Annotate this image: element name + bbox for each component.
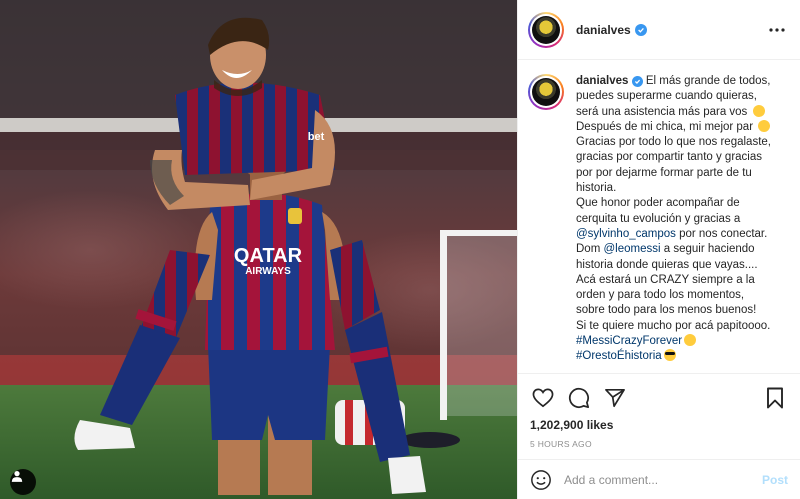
caption-username[interactable]: danialves — [576, 75, 628, 87]
action-icons-row — [530, 380, 788, 416]
user-tag-icon[interactable] — [10, 469, 36, 495]
mention-sylvinho-link[interactable]: @sylvinho_campos — [576, 228, 676, 240]
hashtag-link[interactable]: #MessiCrazyForever — [576, 335, 682, 347]
caption-line: Gracias por todo lo que nos regalaste, — [576, 136, 771, 149]
grinning-sweat-emoji — [758, 119, 771, 132]
caption-avatar[interactable] — [528, 74, 564, 110]
more-horizontal-icon[interactable] — [766, 19, 788, 41]
heart-icon[interactable] — [530, 385, 556, 411]
caption-avatar-wrap — [528, 74, 564, 365]
caption-line: será una asistencia más para vos — [576, 105, 748, 118]
caption-line: orden y para todo los momentos, — [576, 289, 745, 302]
photo-illustration: QATAR AIRWAYS bet — [0, 0, 517, 499]
header-username[interactable]: danialves — [576, 23, 631, 37]
caption-line: Después de mi chica, mi mejor par — [576, 120, 754, 133]
caption-line: historia donde quieras que vayas.... — [576, 258, 758, 271]
caption-line: historia. — [576, 182, 617, 195]
jersey-sponsor-line1: QATAR — [234, 245, 303, 267]
comment-input[interactable] — [564, 472, 762, 487]
caption-line: por por dejarme formar parte de tu — [576, 166, 752, 179]
comments-area: danialves El más grande de todos, puedes… — [518, 60, 800, 373]
jersey-sponsor-line2: AIRWAYS — [245, 266, 291, 277]
grinning-emoji — [684, 334, 697, 347]
mention-leomessi-link[interactable]: @leomessi — [603, 243, 660, 255]
header-user-info: danialves — [576, 23, 766, 37]
caption-line: Acá estará un CRAZY siempre a la — [576, 273, 755, 286]
post-photo[interactable]: QATAR AIRWAYS bet — [0, 0, 517, 499]
comment-icon[interactable] — [566, 385, 592, 411]
caption-line: gracias por compartir tanto y gracias — [576, 151, 762, 164]
face-with-tongue-emoji — [752, 104, 765, 117]
actions-bar: 1,202,900 likes 5 HOURS AGO — [518, 373, 800, 459]
bookmark-icon[interactable] — [762, 385, 788, 411]
caption-line: por nos conectar. — [679, 227, 768, 240]
hashtag-link[interactable]: #OrestoÉhistoria — [576, 350, 662, 362]
caption-line: cerquita tu evolución y gracias a — [576, 212, 741, 225]
avatar[interactable] — [528, 11, 564, 48]
add-comment-bar: Post — [518, 459, 800, 499]
caption: danialves El más grande de todos, puedes… — [576, 74, 771, 365]
caption-line: a seguir haciendo — [663, 243, 755, 256]
emoji-picker-icon[interactable] — [530, 469, 552, 491]
likes-count[interactable]: 1,202,900 likes — [530, 418, 788, 432]
caption-line: puedes superarme cuando quieras, — [576, 90, 757, 103]
caption-line: sobre todo para los menos buenos! — [576, 304, 757, 317]
instagram-post: QATAR AIRWAYS bet danialves danialves El… — [0, 0, 800, 499]
post-comment-button[interactable]: Post — [762, 473, 788, 487]
sunglasses-emoji — [663, 349, 676, 362]
verified-badge-icon — [634, 23, 647, 36]
post-header: danialves — [518, 0, 800, 60]
caption-line: Si te quiere mucho por acá papitoooo. — [576, 319, 771, 332]
caption-line: Que honor poder acompañar de — [576, 197, 740, 210]
post-side-panel: danialves danialves El más grande de tod… — [517, 0, 800, 499]
sleeve-sponsor: bet — [308, 131, 325, 143]
share-icon[interactable] — [602, 385, 628, 411]
caption-line: El más grande de todos, — [645, 75, 771, 87]
caption-line: Dom — [576, 243, 601, 256]
verified-badge-icon — [631, 76, 643, 87]
post-timestamp[interactable]: 5 HOURS AGO — [530, 439, 788, 449]
